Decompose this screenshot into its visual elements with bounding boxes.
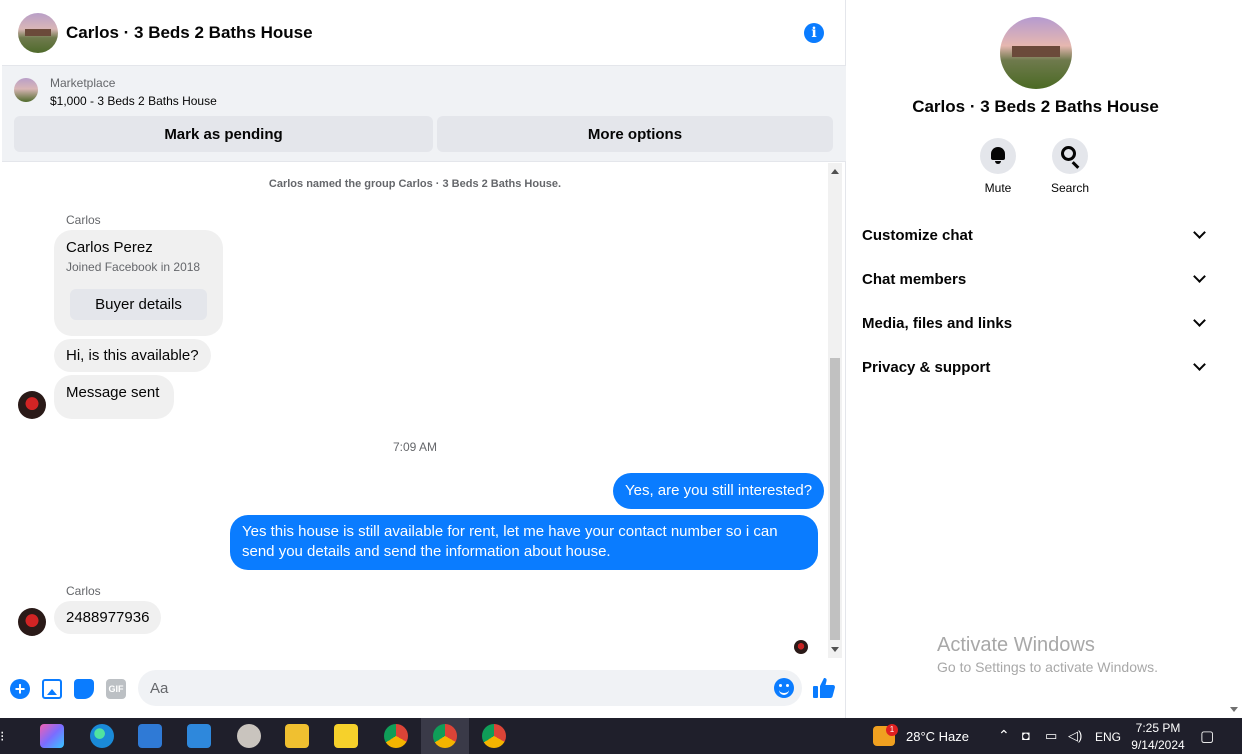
conversation-info-panel: Carlos · 3 Beds 2 Baths House Mute Searc… bbox=[846, 0, 1225, 718]
marketplace-banner: Marketplace $1,000 - 3 Beds 2 Baths Hous… bbox=[2, 66, 846, 162]
chat-members-section[interactable]: Chat members bbox=[862, 264, 1210, 294]
activate-windows-watermark: Activate Windows Go to Settings to activ… bbox=[937, 634, 1158, 675]
section-label: Media, files and links bbox=[862, 314, 1013, 332]
buyer-name: Carlos Perez bbox=[66, 239, 153, 256]
search-label: Search bbox=[1050, 181, 1090, 195]
chevron-up-icon[interactable]: ⌃ bbox=[998, 727, 1010, 744]
store-icon[interactable] bbox=[138, 724, 162, 748]
file-explorer-icon[interactable] bbox=[285, 724, 309, 748]
listing-title[interactable]: $1,000 - 3 Beds 2 Baths House bbox=[50, 94, 217, 108]
seen-avatar bbox=[794, 640, 808, 654]
meet-icon[interactable]: ◘ bbox=[1022, 728, 1030, 743]
system-notice: Carlos named the group Carlos · 3 Beds 2… bbox=[268, 178, 562, 190]
chrome-profile-icon[interactable] bbox=[433, 724, 457, 748]
sender-avatar[interactable] bbox=[18, 608, 46, 636]
mute-label: Mute bbox=[984, 181, 1012, 195]
mute-button[interactable]: Mute bbox=[968, 138, 1028, 195]
scroll-down-arrow-icon[interactable] bbox=[831, 647, 839, 652]
mail-icon[interactable] bbox=[187, 724, 211, 748]
timestamp: 7:09 AM bbox=[392, 440, 438, 454]
buyer-card: Carlos Perez Joined Facebook in 2018 Buy… bbox=[54, 230, 223, 336]
chrome-icon[interactable] bbox=[384, 724, 408, 748]
section-label: Chat members bbox=[862, 270, 967, 288]
message-bubble[interactable]: Message sent bbox=[54, 375, 174, 419]
chat-header: Carlos · 3 Beds 2 Baths House i bbox=[2, 0, 846, 66]
chevron-down-icon bbox=[1193, 358, 1206, 371]
clock-time[interactable]: 7:25 PM bbox=[1126, 721, 1190, 735]
outgoing-bubble[interactable]: Yes this house is still available for re… bbox=[230, 515, 818, 570]
notifications-icon[interactable]: ▢ bbox=[1200, 727, 1214, 745]
copilot-icon[interactable] bbox=[40, 724, 64, 748]
task-view-icon[interactable]: ⁝ bbox=[0, 728, 4, 745]
scroll-thumb[interactable] bbox=[830, 358, 840, 640]
panel-title: Carlos · 3 Beds 2 Baths House bbox=[912, 97, 1159, 116]
watermark-title: Activate Windows bbox=[937, 634, 1095, 656]
outgoing-bubble[interactable]: Yes, are you still interested? bbox=[613, 473, 825, 509]
scroll-up-arrow-icon[interactable] bbox=[831, 169, 839, 174]
message-bubble[interactable]: Hi, is this available? bbox=[54, 339, 211, 372]
clock-date[interactable]: 9/14/2024 bbox=[1126, 738, 1190, 752]
photo-icon[interactable] bbox=[42, 679, 62, 699]
more-options-button[interactable]: More options bbox=[437, 116, 833, 152]
language-indicator[interactable]: ENG bbox=[1095, 730, 1121, 744]
sender-avatar[interactable] bbox=[18, 391, 46, 419]
chevron-down-icon bbox=[1193, 270, 1206, 283]
watermark-subtitle: Go to Settings to activate Windows. bbox=[937, 659, 1158, 675]
volume-icon[interactable]: ◁) bbox=[1068, 728, 1082, 744]
chat-avatar[interactable] bbox=[18, 12, 58, 53]
marketplace-label: Marketplace bbox=[50, 76, 116, 90]
bell-icon[interactable] bbox=[980, 138, 1016, 174]
message-input[interactable] bbox=[150, 670, 750, 706]
message-list: Carlos named the group Carlos · 3 Beds 2… bbox=[2, 163, 828, 658]
edge-browser-icon[interactable] bbox=[90, 724, 114, 748]
search-icon[interactable] bbox=[1052, 138, 1088, 174]
composer: + GIF bbox=[2, 660, 846, 718]
chevron-down-icon bbox=[1193, 226, 1206, 239]
media-files-links-section[interactable]: Media, files and links bbox=[862, 308, 1210, 338]
network-icon[interactable]: ▭ bbox=[1045, 728, 1057, 744]
privacy-support-section[interactable]: Privacy & support bbox=[862, 352, 1210, 382]
chat-panel: Carlos · 3 Beds 2 Baths House i Marketpl… bbox=[2, 0, 846, 718]
app-icon[interactable] bbox=[237, 724, 261, 748]
sticker-icon[interactable] bbox=[74, 679, 94, 699]
page-scrollbar[interactable] bbox=[1225, 0, 1242, 718]
windows-taskbar: ⁝ 1 28°C Haze ⌃ ◘ ▭ ◁) ENG 7:25 PM 9/14/… bbox=[0, 718, 1242, 754]
thumbs-up-icon[interactable] bbox=[812, 676, 836, 700]
sticky-notes-icon[interactable] bbox=[334, 724, 358, 748]
buyer-joined: Joined Facebook in 2018 bbox=[66, 260, 201, 274]
weather-text[interactable]: 28°C Haze bbox=[906, 729, 969, 744]
mark-as-pending-button[interactable]: Mark as pending bbox=[14, 116, 433, 152]
screen: Carlos · 3 Beds 2 Baths House i Marketpl… bbox=[0, 0, 1242, 754]
plus-icon[interactable]: + bbox=[10, 679, 30, 699]
message-input-box[interactable] bbox=[138, 670, 802, 706]
sender-name: Carlos bbox=[66, 584, 101, 598]
message-scrollbar[interactable] bbox=[828, 163, 842, 658]
message-bubble[interactable]: 2488977936 bbox=[54, 601, 162, 634]
gif-icon[interactable]: GIF bbox=[106, 679, 126, 699]
section-label: Customize chat bbox=[862, 226, 973, 244]
emoji-icon[interactable] bbox=[774, 678, 794, 698]
sender-name: Carlos bbox=[66, 213, 101, 227]
panel-avatar[interactable] bbox=[1000, 17, 1072, 89]
info-icon[interactable]: i bbox=[804, 23, 824, 43]
section-label: Privacy & support bbox=[862, 358, 991, 376]
search-button[interactable]: Search bbox=[1040, 138, 1100, 195]
buyer-details-button[interactable]: Buyer details bbox=[70, 289, 207, 320]
listing-thumbnail[interactable] bbox=[14, 78, 38, 102]
customize-chat-section[interactable]: Customize chat bbox=[862, 220, 1210, 250]
weather-badge: 1 bbox=[886, 724, 898, 736]
chat-title[interactable]: Carlos · 3 Beds 2 Baths House bbox=[66, 23, 313, 43]
chrome-profile-icon[interactable] bbox=[482, 724, 506, 748]
chevron-down-icon bbox=[1193, 314, 1206, 327]
